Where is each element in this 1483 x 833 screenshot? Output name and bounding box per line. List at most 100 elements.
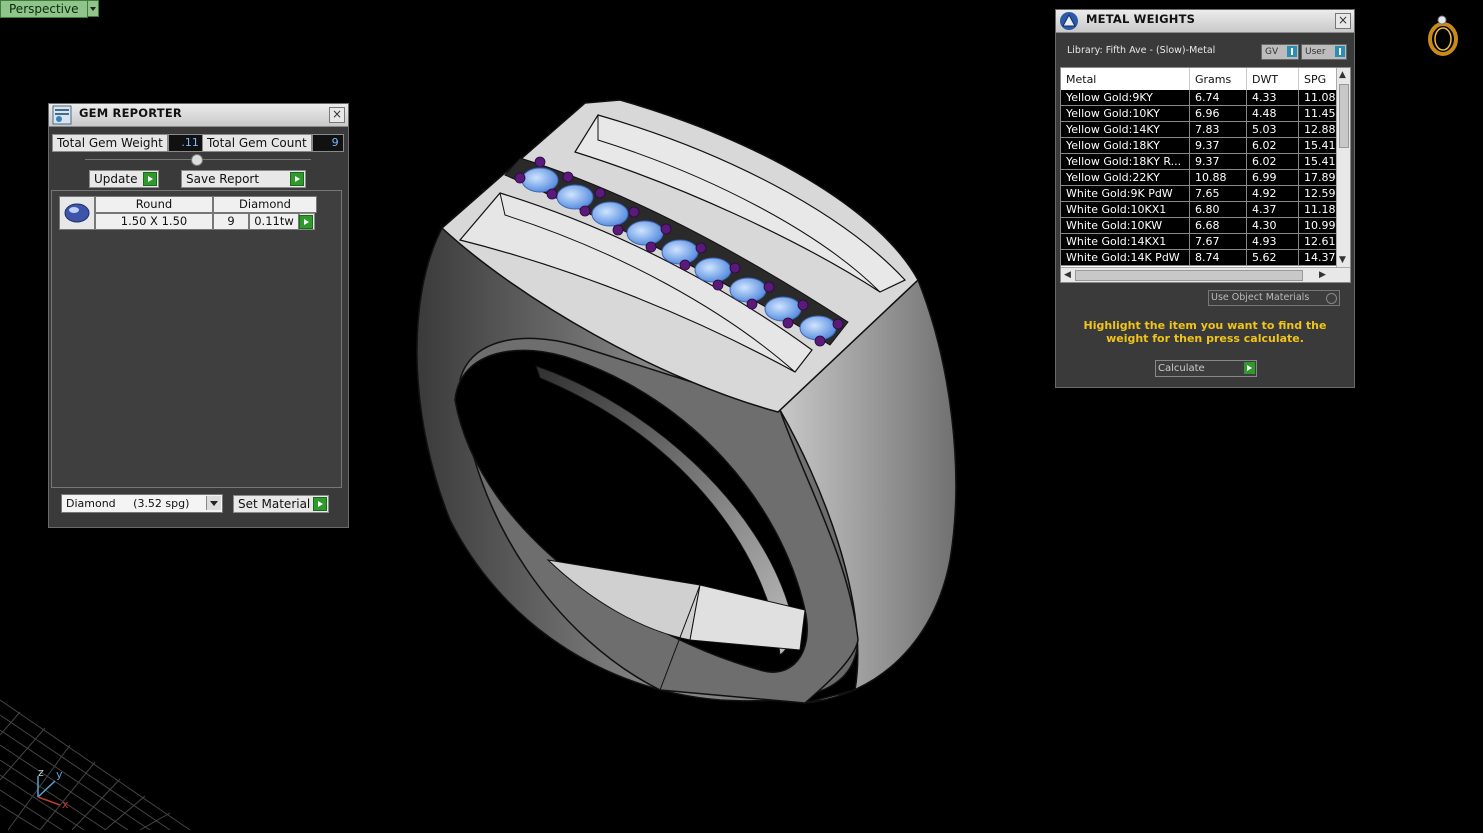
- scrollbar-thumb[interactable]: [1339, 84, 1349, 148]
- table-row[interactable]: White Gold:10KW 6.68 4.30 10.99: [1061, 217, 1350, 234]
- gem-reporter-panel: GEM REPORTER × Total Gem Weight .11 Tota…: [48, 103, 349, 528]
- vertical-scrollbar[interactable]: ▲ ▼: [1336, 68, 1350, 267]
- metal-weights-title: METAL WEIGHTS: [1086, 12, 1196, 26]
- total-gem-weight-label: Total Gem Weight: [52, 134, 168, 152]
- cell-dwt: 6.02: [1246, 137, 1299, 154]
- cell-grams: 6.96: [1189, 105, 1247, 122]
- cell-dwt: 5.03: [1246, 121, 1299, 138]
- round-gem-thumbnail[interactable]: [59, 196, 95, 230]
- cell-dwt: 6.99: [1246, 169, 1299, 186]
- toggle-knob-icon: [1287, 46, 1297, 57]
- round-gem-icon: [64, 203, 90, 223]
- table-row[interactable]: Yellow Gold:14KY 7.83 5.03 12.88: [1061, 121, 1350, 138]
- material-select[interactable]: Diamond (3.52 spg): [61, 494, 223, 513]
- cell-dwt: 6.02: [1246, 153, 1299, 170]
- scroll-left-icon[interactable]: ◀: [1064, 270, 1071, 280]
- table-row[interactable]: White Gold:9K PdW 7.65 4.92 12.59: [1061, 185, 1350, 202]
- set-material-button[interactable]: Set Material: [233, 495, 329, 513]
- cell-metal: White Gold:10KW: [1061, 217, 1190, 234]
- gem-reporter-titlebar[interactable]: GEM REPORTER ×: [49, 104, 348, 127]
- table-row[interactable]: White Gold:14KX1 7.67 4.93 12.61: [1061, 233, 1350, 250]
- horizontal-scrollbar[interactable]: ◀ ▶: [1061, 267, 1350, 282]
- play-icon: [143, 172, 157, 186]
- column-header-metal[interactable]: Metal: [1061, 68, 1190, 90]
- metal-table[interactable]: Metal Grams DWT SPG Yellow Gold:9KY 6.74 4…: [1060, 67, 1351, 283]
- metal-table-header: Metal Grams DWT SPG: [1061, 68, 1350, 90]
- material-select-value: Diamond (3.52 spg): [66, 497, 190, 510]
- total-gem-count-value: 9: [311, 134, 344, 152]
- scroll-right-icon[interactable]: ▶: [1319, 270, 1326, 280]
- cell-grams: 6.80: [1189, 201, 1247, 218]
- table-row[interactable]: Yellow Gold:22KY 10.88 6.99 17.89: [1061, 169, 1350, 186]
- cell-metal: White Gold:10KX1: [1061, 201, 1190, 218]
- set-material-button-label: Set Material: [238, 497, 311, 511]
- table-row[interactable]: Yellow Gold:18KY 9.37 6.02 15.41: [1061, 137, 1350, 154]
- gv-toggle-label: GV: [1265, 47, 1279, 57]
- total-gem-weight-value: .11: [167, 134, 204, 152]
- column-header-grams[interactable]: Grams: [1189, 68, 1247, 90]
- metal-weights-app-icon: [1060, 12, 1078, 30]
- calculate-button[interactable]: Calculate: [1155, 360, 1257, 377]
- viewport-label-text[interactable]: Perspective: [0, 0, 88, 18]
- chevron-down-icon[interactable]: [206, 496, 221, 510]
- cell-grams: 9.37: [1189, 137, 1247, 154]
- cell-grams: 7.65: [1189, 185, 1247, 202]
- calculate-button-label: Calculate: [1158, 363, 1205, 374]
- cell-metal: Yellow Gold:14KY: [1061, 121, 1190, 138]
- save-report-button[interactable]: Save Report: [181, 170, 306, 188]
- cell-grams: 6.68: [1189, 217, 1247, 234]
- play-icon: [290, 172, 304, 186]
- table-row[interactable]: Yellow Gold:18KY R... 9.37 6.02 15.41: [1061, 153, 1350, 170]
- scrollbar-thumb[interactable]: [1075, 270, 1303, 281]
- close-icon[interactable]: ×: [1335, 13, 1351, 29]
- divider-slider[interactable]: [85, 154, 311, 166]
- cell-dwt: 4.93: [1246, 233, 1299, 250]
- use-object-materials-toggle[interactable]: Use Object Materials: [1208, 290, 1340, 306]
- table-row[interactable]: White Gold:10KX1 6.80 4.37 11.18: [1061, 201, 1350, 218]
- user-toggle-label: User: [1305, 47, 1326, 57]
- cell-dwt: 4.30: [1246, 217, 1299, 234]
- column-header-dwt[interactable]: DWT: [1246, 68, 1299, 90]
- total-gem-weight-row: Total Gem Weight .11: [52, 134, 204, 152]
- user-toggle[interactable]: User: [1301, 44, 1347, 60]
- cell-metal: White Gold:14K PdW: [1061, 249, 1190, 266]
- play-icon: [313, 497, 327, 511]
- scroll-down-icon[interactable]: ▼: [1339, 255, 1346, 265]
- toggle-knob-icon: [1335, 46, 1345, 57]
- gem-reporter-app-icon: [52, 105, 72, 125]
- cell-dwt: 4.48: [1246, 105, 1299, 122]
- cell-dwt: 5.62: [1246, 249, 1299, 266]
- cell-dwt: 4.33: [1246, 90, 1299, 106]
- gem-count: 9: [213, 213, 249, 230]
- cell-metal: Yellow Gold:22KY: [1061, 169, 1190, 186]
- axis-z-label: z: [38, 766, 44, 779]
- table-row[interactable]: White Gold:14K PdW 8.74 5.62 14.37: [1061, 249, 1350, 266]
- viewport-label[interactable]: Perspective: [0, 0, 99, 18]
- ring-logo-icon: [1428, 15, 1458, 56]
- gv-toggle[interactable]: GV: [1261, 44, 1299, 60]
- cell-dwt: 4.92: [1246, 185, 1299, 202]
- cell-grams: 7.67: [1189, 233, 1247, 250]
- gem-material-header: Diamond: [213, 196, 317, 213]
- gem-size: 1.50 X 1.50: [95, 213, 213, 230]
- save-report-button-label: Save Report: [186, 172, 260, 186]
- slider-handle[interactable]: [191, 154, 203, 166]
- table-row[interactable]: Yellow Gold:9KY 6.74 4.33 11.08: [1061, 90, 1350, 106]
- axis-x-label: x: [62, 798, 69, 811]
- gem-shape-header: Round: [95, 196, 213, 213]
- metal-weights-titlebar[interactable]: METAL WEIGHTS ×: [1056, 10, 1354, 33]
- scroll-up-icon[interactable]: ▲: [1339, 70, 1346, 80]
- gem-list[interactable]: Round Diamond 1.50 X 1.50 9 0.11tw: [51, 190, 342, 488]
- gem-detail-button[interactable]: [299, 213, 315, 230]
- close-icon[interactable]: ×: [329, 107, 345, 123]
- cell-metal: Yellow Gold:9KY: [1061, 90, 1190, 106]
- update-button-label: Update: [94, 172, 138, 186]
- table-row[interactable]: Yellow Gold:10KY 6.96 4.48 11.45: [1061, 105, 1350, 122]
- metal-weights-panel: METAL WEIGHTS × Library: Fifth Ave - (Sl…: [1055, 9, 1355, 388]
- use-object-materials-label: Use Object Materials: [1211, 292, 1310, 303]
- radio-indicator-icon: [1326, 293, 1337, 304]
- total-gem-count-label: Total Gem Count: [202, 134, 312, 152]
- update-button[interactable]: Update: [89, 170, 159, 188]
- viewport-menu-dropdown[interactable]: [87, 0, 99, 17]
- cell-grams: 10.88: [1189, 169, 1247, 186]
